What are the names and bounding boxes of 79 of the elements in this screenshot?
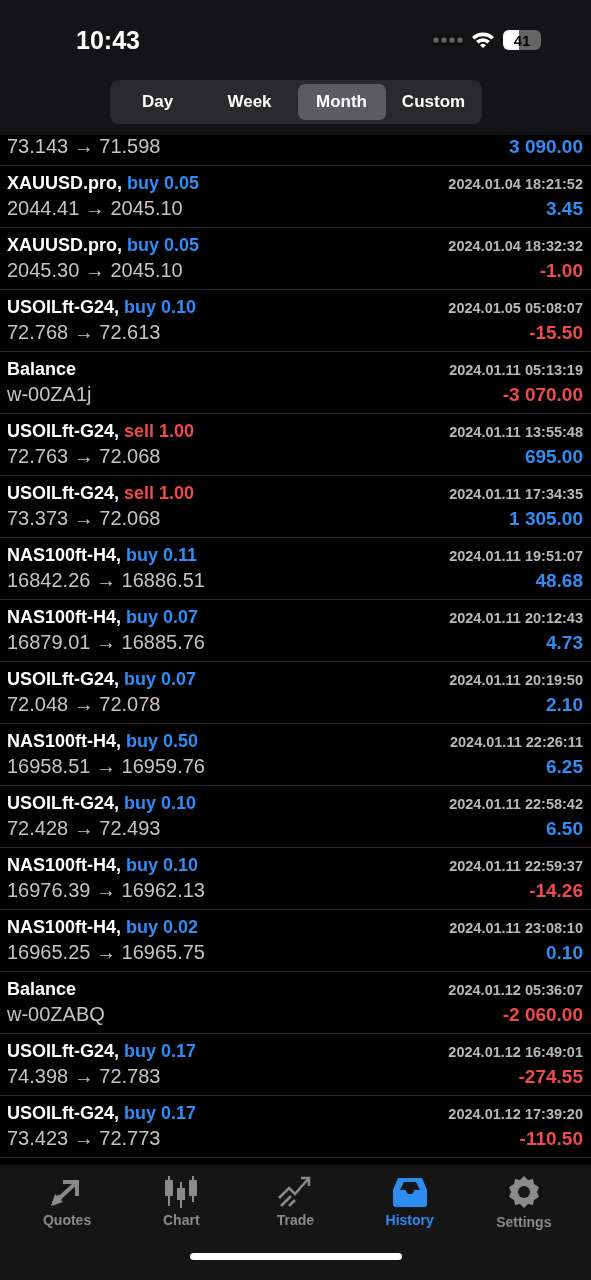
tab-bar-item[interactable]: Chart: [131, 1173, 232, 1231]
price-range: 72.768 → 72.613: [7, 321, 161, 344]
deal-title: Balance: [7, 979, 77, 1000]
timestamp: 2024.01.11 05:13:19: [449, 362, 583, 378]
price-range: 2045.30 → 2045.10: [7, 259, 183, 282]
timestamp: 2024.01.04 18:32:32: [448, 238, 583, 254]
price-range: 72.048 → 72.078: [7, 693, 161, 716]
timestamp: 2024.01.12 17:39:20: [448, 1106, 583, 1122]
deal-title: USOILft-G24, buy 0.10: [7, 297, 197, 318]
profit: -3 070.00: [502, 384, 583, 406]
tab-bar-item[interactable]: Quotes: [17, 1173, 118, 1231]
deal-title: NAS100ft-H4, buy 0.07: [7, 607, 199, 628]
profit: 6.25: [546, 756, 583, 778]
profit: 695.00: [524, 446, 583, 468]
price-range: 73.373 → 72.068: [7, 507, 161, 530]
tab-bar-item[interactable]: Trade: [245, 1173, 346, 1231]
deal-title: USOILft-G24, buy 0.07: [7, 669, 197, 690]
profit: 48.68: [535, 570, 583, 592]
profit: 6.50: [546, 818, 583, 840]
deal-title: NAS100ft-H4, buy 0.11: [7, 545, 198, 566]
deal-title: USOILft-G24, sell 1.00: [7, 483, 195, 504]
deal-title: USOILft-G24, buy 0.17: [7, 1041, 197, 1062]
deal-title: Balance: [7, 359, 77, 380]
period-tab[interactable]: Month: [297, 84, 386, 120]
deal-title: NAS100ft-H4, buy 0.02: [7, 917, 199, 938]
timestamp: 2024.01.11 13:55:48: [449, 424, 583, 440]
price-range: 72.428 → 72.493: [7, 817, 161, 840]
profit: -15.50: [529, 322, 583, 344]
price-range: 72.763 → 72.068: [7, 445, 161, 468]
comment: w-00ZA1j: [7, 383, 92, 406]
price-range: 2044.41 → 2045.10: [7, 197, 183, 220]
price-range: 73.423 → 72.773: [7, 1127, 161, 1150]
profit: 2.10: [546, 694, 583, 716]
profit: -1.00: [539, 260, 583, 282]
profit: -110.50: [519, 1128, 583, 1150]
price-range: 74.398 → 72.783: [7, 1065, 161, 1088]
deal-title: XAUUSD.pro, buy 0.05: [7, 173, 200, 194]
candlestick-icon: [163, 1174, 200, 1208]
profit: 0.10: [546, 942, 583, 964]
profit: 1 305.00: [509, 508, 583, 530]
deal-title: USOILft-G24, buy 0.17: [7, 1103, 197, 1124]
comment: w-00ZABQ: [7, 1003, 105, 1026]
profit: 3.45: [546, 198, 583, 220]
profit: 3 090.00: [509, 136, 583, 158]
signal-icon: [433, 37, 463, 43]
timestamp: 2024.01.12 16:49:01: [448, 1044, 583, 1060]
price-range: 16976.39 → 16962.13: [7, 879, 205, 902]
timestamp: 2024.01.11 20:19:50: [449, 672, 583, 688]
timestamp: 2024.01.11 20:12:43: [449, 610, 583, 626]
tab-bar-item[interactable]: Settings: [473, 1173, 574, 1231]
deal-title: USOILft-G24, sell 1.00: [7, 421, 195, 442]
deal-title: XAUUSD.pro, buy 0.05: [7, 235, 200, 256]
timestamp: 2024.01.11 19:51:07: [449, 548, 583, 564]
price-range: 16879.01 → 16885.76: [7, 631, 205, 654]
profit: 4.73: [546, 632, 583, 654]
profit: -14.26: [529, 880, 583, 902]
period-tab[interactable]: Day: [113, 84, 202, 120]
deal-title: NAS100ft-H4, buy 0.50: [7, 731, 199, 752]
timestamp: 2024.01.05 05:08:07: [448, 300, 583, 316]
clock: 10:43: [76, 25, 140, 55]
price-range: 16965.25 → 16965.75: [7, 941, 205, 964]
tab-bar-item[interactable]: History: [359, 1173, 460, 1231]
price-range: 16842.26 → 16886.51: [7, 569, 205, 592]
deal-title: USOILft-G24, buy 0.10: [7, 793, 197, 814]
profit: -274.55: [518, 1066, 583, 1088]
wifi-icon: [471, 31, 495, 49]
timestamp: 2024.01.12 05:36:07: [448, 982, 583, 998]
timestamp: 2024.01.11 17:34:35: [449, 486, 583, 502]
profit: -2 060.00: [502, 1004, 583, 1026]
timestamp: 2024.01.11 22:26:11: [449, 734, 583, 750]
timestamp: 2024.01.11 22:59:37: [449, 858, 583, 874]
period-tab[interactable]: Week: [205, 84, 294, 120]
timestamp: 2024.01.11 22:58:42: [449, 796, 583, 812]
price-range: 73.143 → 71.598: [7, 135, 161, 158]
price-range: 16958.51 → 16959.76: [7, 755, 205, 778]
deal-title: NAS100ft-H4, buy 0.10: [7, 855, 199, 876]
timestamp: 2024.01.11 23:08:10: [449, 920, 583, 936]
timestamp: 2024.01.04 18:21:52: [448, 176, 583, 192]
period-tab[interactable]: Custom: [389, 84, 478, 120]
